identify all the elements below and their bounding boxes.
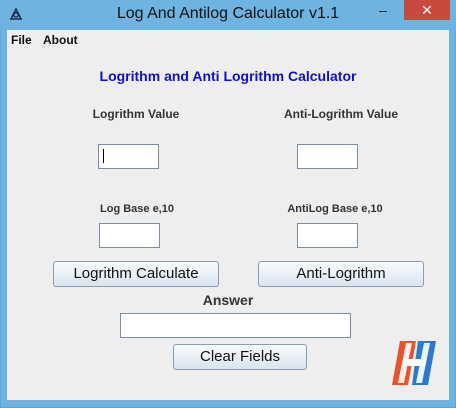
menu-bar: File About	[7, 30, 449, 50]
antilog-base-label: AntiLog Base e,10	[287, 203, 383, 215]
red-blue-h-logo	[392, 341, 436, 385]
log-base-input[interactable]	[99, 223, 160, 248]
menu-about[interactable]: About	[43, 33, 78, 47]
close-button[interactable]: ✕	[404, 0, 450, 20]
answer-field[interactable]	[120, 313, 351, 338]
antilog-value-input[interactable]	[297, 144, 358, 169]
answer-label: Answer	[202, 292, 254, 308]
menu-file[interactable]: File	[11, 33, 32, 47]
text-caret	[103, 149, 104, 163]
log-base-label: Log Base e,10	[100, 203, 174, 215]
antilog-value-label: Anti-Logrithm Value	[284, 107, 398, 121]
antilog-button[interactable]: Anti-Logrithm	[258, 261, 424, 287]
log-value-input[interactable]	[98, 144, 159, 169]
title-bar[interactable]: Log And Antilog Calculator v1.1 – ✕	[0, 0, 456, 30]
clear-fields-button[interactable]: Clear Fields	[173, 344, 307, 370]
main-panel: File About Logrithm and Anti Logrithm Ca…	[7, 30, 449, 400]
minimize-button[interactable]: –	[370, 0, 396, 20]
log-calculate-button[interactable]: Logrithm Calculate	[53, 261, 219, 287]
antilog-base-input[interactable]	[297, 223, 358, 248]
page-title: Logrithm and Anti Logrithm Calculator	[99, 68, 357, 84]
log-value-label: Logrithm Value	[92, 107, 180, 121]
